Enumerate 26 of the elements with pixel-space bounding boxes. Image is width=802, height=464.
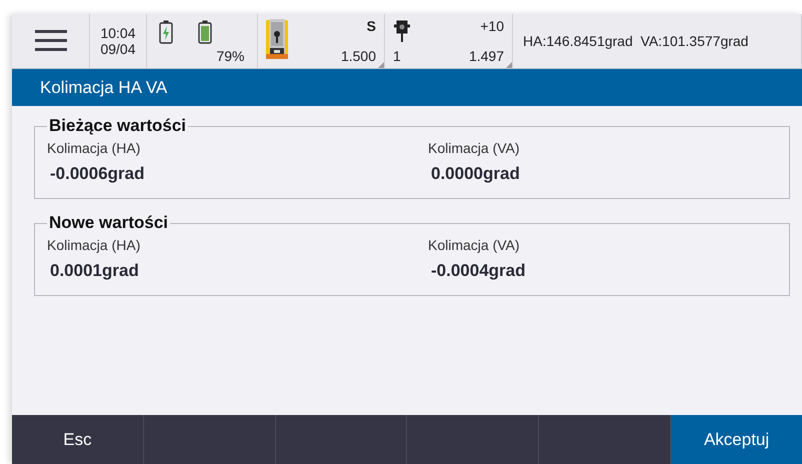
- total-station-icon[interactable]: [266, 18, 288, 60]
- field-value: 0.0001grad: [49, 261, 140, 281]
- clock-date: 09/04: [100, 41, 136, 57]
- page-title: Kolimacja HA VA: [40, 78, 168, 98]
- clock-time: 10:04: [100, 25, 136, 41]
- field-label: Kolimacja (VA): [428, 237, 521, 253]
- face-indicator: S: [366, 18, 376, 34]
- target-number: 1: [393, 48, 401, 64]
- battery-percent: 79%: [216, 48, 244, 64]
- field-value: -0.0006grad: [49, 164, 146, 184]
- field-label: Kolimacja (HA): [47, 237, 142, 253]
- accept-button[interactable]: Akceptuj: [671, 415, 802, 464]
- prism-offset: +10: [480, 18, 504, 34]
- instrument-height: 1.500: [340, 48, 376, 64]
- group-title: Bieżące wartości: [48, 116, 188, 136]
- field-label: Kolimacja (VA): [428, 140, 521, 156]
- prism-target-icon[interactable]: [393, 18, 411, 42]
- field-value: -0.0004grad: [430, 261, 526, 281]
- battery-icon: [198, 20, 212, 44]
- field-label: Kolimacja (HA): [47, 140, 142, 156]
- target-height: 1.497: [468, 48, 504, 64]
- angle-readout: HA:146.8451grad VA:101.3577grad: [523, 33, 748, 49]
- group-title: Nowe wartości: [48, 213, 170, 233]
- field-value: 0.0000grad: [430, 164, 521, 184]
- menu-icon[interactable]: [34, 30, 66, 52]
- charging-battery-icon: [159, 20, 174, 44]
